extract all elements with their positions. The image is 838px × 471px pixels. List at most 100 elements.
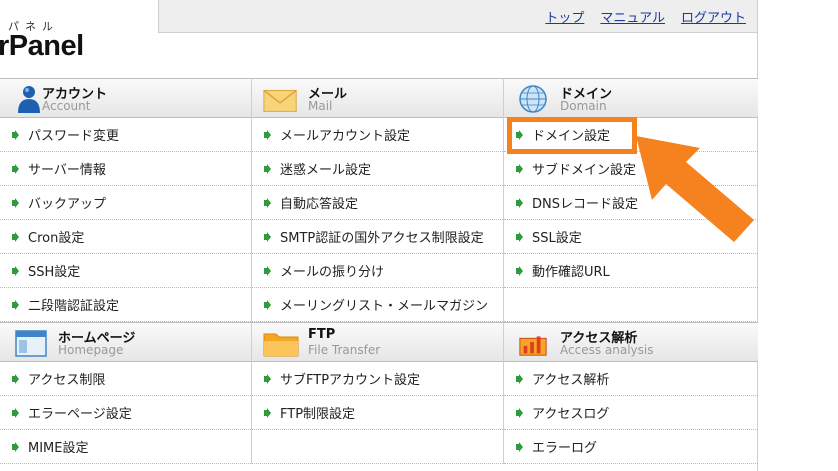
green-arrow-icon — [12, 163, 19, 174]
homepage-subtitle: Homepage — [58, 343, 124, 357]
menu-item-label: バックアップ — [28, 197, 107, 212]
menu-item-label: サーバー情報 — [28, 163, 106, 178]
green-arrow-icon — [516, 441, 523, 452]
homepage-column: ホームページ Homepage アクセス制限 エラーページ設定 MIME設定 — [0, 322, 252, 464]
mail-column: メール Mail メールアカウント設定 迷惑メール設定 自動応答設定 SMTP認… — [252, 78, 504, 322]
green-arrow-icon — [264, 407, 271, 418]
menu-item-label: アクセスログ — [532, 407, 610, 422]
menu-item-server-info[interactable]: サーバー情報 — [0, 152, 251, 186]
menu-item-label: MIME設定 — [28, 441, 89, 456]
green-arrow-icon — [264, 197, 271, 208]
menu-item-label: DNSレコード設定 — [532, 197, 638, 212]
menu-item-sub-ftp[interactable]: サブFTPアカウント設定 — [252, 362, 503, 396]
browser-window-icon — [15, 330, 47, 357]
menu-item-label: サブFTPアカウント設定 — [280, 373, 421, 388]
menu-item-label: メーリングリスト・メールマガジン — [280, 299, 489, 314]
menu-item-backup[interactable]: バックアップ — [0, 186, 251, 220]
menu-item-cron[interactable]: Cron設定 — [0, 220, 251, 254]
green-arrow-icon — [12, 129, 19, 140]
menu-item-mail-filter[interactable]: メールの振り分け — [252, 254, 503, 288]
account-header: アカウント Account — [0, 78, 251, 118]
menu-item-label: SSL設定 — [532, 231, 582, 246]
mail-subtitle: Mail — [308, 99, 333, 113]
domain-subtitle: Domain — [560, 99, 607, 113]
access-analysis-header: アクセス解析 Access analysis — [504, 322, 758, 362]
menu-item-label: 迷惑メール設定 — [280, 163, 372, 178]
green-arrow-icon — [516, 163, 523, 174]
menu-item-label: 動作確認URL — [532, 265, 610, 280]
green-arrow-icon — [12, 373, 19, 384]
green-arrow-icon — [12, 231, 19, 242]
menu-item-error-log[interactable]: エラーログ — [504, 430, 758, 464]
green-arrow-icon — [12, 197, 19, 208]
top-nav-bar: トップ マニュアル ログアウト — [158, 0, 758, 33]
menu-item-label: アクセス制限 — [28, 373, 106, 388]
green-arrow-icon — [264, 265, 271, 276]
folder-icon — [263, 333, 299, 357]
menu-item-test-url[interactable]: 動作確認URL — [504, 254, 758, 288]
green-arrow-icon — [12, 407, 19, 418]
menu-item-label: メールアカウント設定 — [280, 129, 411, 144]
green-arrow-icon — [264, 163, 271, 174]
menu-item-password[interactable]: パスワード変更 — [0, 118, 251, 152]
menu-item-ftp-restriction[interactable]: FTP制限設定 — [252, 396, 503, 430]
menu-item-auto-reply[interactable]: 自動応答設定 — [252, 186, 503, 220]
menu-item-label: 二段階認証設定 — [28, 299, 120, 314]
account-subtitle: Account — [42, 99, 91, 113]
menu-item-label: パスワード変更 — [28, 129, 120, 144]
pointer-arrow-icon — [636, 136, 754, 242]
menu-item-spam[interactable]: 迷惑メール設定 — [252, 152, 503, 186]
menu-item-label: エラーログ — [532, 441, 598, 456]
user-icon — [18, 86, 40, 113]
menu-item-label: Cron設定 — [28, 231, 85, 246]
menu-item-label: 自動応答設定 — [280, 197, 359, 212]
domain-header: ドメイン Domain — [504, 78, 758, 118]
menu-item-label: FTP制限設定 — [280, 407, 356, 422]
menu-item-label: SMTP認証の国外アクセス制限設定 — [280, 231, 484, 246]
menu-item-label: SSH設定 — [28, 265, 81, 280]
menu-item-access-log[interactable]: アクセスログ — [504, 396, 758, 430]
menu-item-error-page[interactable]: エラーページ設定 — [0, 396, 251, 430]
menu-item-label: メールの振り分け — [280, 265, 385, 280]
menu-item-access-restriction[interactable]: アクセス制限 — [0, 362, 251, 396]
menu-item-mail-account[interactable]: メールアカウント設定 — [252, 118, 503, 152]
green-arrow-icon — [264, 373, 271, 384]
menu-item-smtp-restriction[interactable]: SMTP認証の国外アクセス制限設定 — [252, 220, 503, 254]
nav-manual-link[interactable]: マニュアル — [600, 7, 665, 26]
ftp-header: FTP File Transfer — [252, 322, 503, 362]
menu-group-2: ホームページ Homepage アクセス制限 エラーページ設定 MIME設定 F… — [0, 322, 758, 464]
menu-item-ssh[interactable]: SSH設定 — [0, 254, 251, 288]
green-arrow-icon — [12, 441, 19, 452]
homepage-header: ホームページ Homepage — [0, 322, 251, 362]
green-arrow-icon — [516, 373, 523, 384]
green-arrow-icon — [516, 407, 523, 418]
empty-cell — [504, 288, 758, 322]
access-analysis-column: アクセス解析 Access analysis アクセス解析 アクセスログ エラー… — [504, 322, 758, 464]
header: パネル rPanel トップ マニュアル ログアウト — [0, 0, 758, 78]
ftp-column: FTP File Transfer サブFTPアカウント設定 FTP制限設定 — [252, 322, 504, 464]
nav-top-link[interactable]: トップ — [545, 7, 584, 26]
highlight-box — [507, 117, 637, 154]
menu-item-two-factor[interactable]: 二段階認証設定 — [0, 288, 251, 322]
menu-item-access-analysis[interactable]: アクセス解析 — [504, 362, 758, 396]
green-arrow-icon — [12, 265, 19, 276]
green-arrow-icon — [12, 299, 19, 310]
top-nav: トップ マニュアル ログアウト — [545, 7, 746, 26]
green-arrow-icon — [264, 129, 271, 140]
globe-icon — [519, 85, 547, 113]
menu-item-label: エラーページ設定 — [28, 407, 132, 422]
empty-cell — [252, 430, 503, 464]
menu-item-label: サブドメイン設定 — [532, 163, 637, 178]
logo[interactable]: rPanel — [0, 30, 84, 63]
menu-item-mime[interactable]: MIME設定 — [0, 430, 251, 464]
ftp-subtitle: File Transfer — [308, 343, 381, 357]
nav-logout-link[interactable]: ログアウト — [681, 7, 746, 26]
green-arrow-icon — [516, 265, 523, 276]
green-arrow-icon — [264, 231, 271, 242]
green-arrow-icon — [516, 231, 523, 242]
green-arrow-icon — [264, 299, 271, 310]
account-column: アカウント Account パスワード変更 サーバー情報 バックアップ Cron… — [0, 78, 252, 322]
menu-item-label: アクセス解析 — [532, 373, 610, 388]
menu-item-mailing-list[interactable]: メーリングリスト・メールマガジン — [252, 288, 503, 322]
bar-chart-icon — [519, 336, 547, 356]
